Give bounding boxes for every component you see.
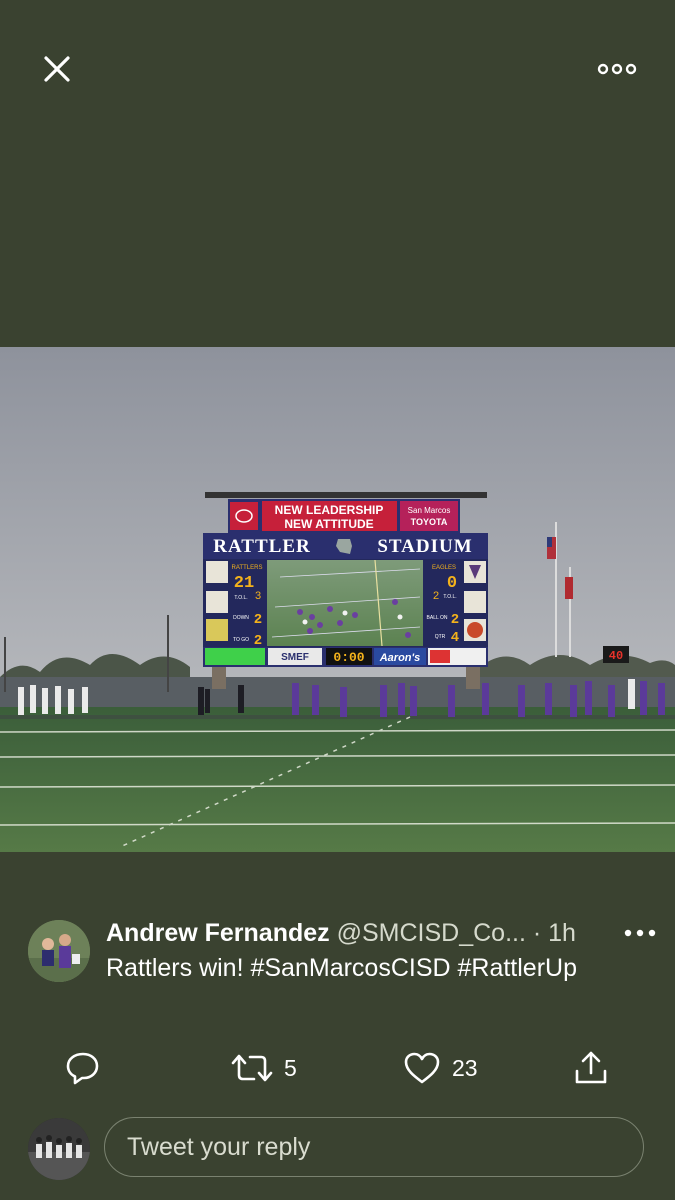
avatar-image [28, 920, 90, 982]
smef-label: SMEF [281, 652, 309, 663]
away-team-label: EAGLES [432, 565, 456, 571]
aarons-label: Aaron's [379, 652, 421, 664]
author-name[interactable]: Andrew Fernandez [106, 919, 330, 947]
tweet-photo[interactable]: NEW LEADERSHIP NEW ATTITUDE San Marcos T… [0, 347, 675, 852]
down-value: 2 [254, 612, 262, 628]
reply-button[interactable] [64, 1048, 102, 1088]
reply-input[interactable]: Tweet your reply [104, 1117, 644, 1177]
play-clock: 40 [609, 649, 623, 663]
home-tol-label: T.O.L. [234, 595, 247, 601]
tweet-actions: 5 23 [0, 1040, 675, 1096]
share-button[interactable] [572, 1048, 610, 1088]
more-icon [624, 929, 656, 937]
separator: · [532, 919, 542, 947]
more-icon [597, 63, 637, 75]
qtr-value: 4 [451, 630, 459, 646]
like-button[interactable]: 23 [402, 1048, 478, 1088]
home-tol: 3 [255, 591, 262, 603]
reply-icon [66, 1052, 99, 1085]
stadium-photo: NEW LEADERSHIP NEW ATTITUDE San Marcos T… [0, 347, 675, 852]
down-label: DOWN [233, 615, 249, 621]
close-button[interactable] [36, 48, 78, 90]
game-clock: 0:00 [333, 650, 364, 665]
to-go-value: 2 [254, 633, 262, 649]
ball-on-label: BALL ON [427, 615, 448, 621]
ball-on-value: 2 [451, 612, 459, 628]
user-avatar[interactable] [28, 1118, 90, 1180]
more-options-button[interactable] [595, 52, 639, 86]
stadium-name-right: STADIUM [377, 536, 472, 557]
sponsor-line-1: NEW LEADERSHIP [275, 503, 384, 517]
retweet-button[interactable]: 5 [230, 1048, 297, 1088]
media-viewer-topbar [0, 0, 675, 140]
heart-icon [404, 1052, 440, 1084]
timestamp[interactable]: 1h [548, 919, 576, 947]
tweet-header: Andrew Fernandez @SMCISD_Co... · 1h [106, 918, 666, 948]
share-icon [575, 1051, 607, 1084]
scoreboard: NEW LEADERSHIP NEW ATTITUDE San Marcos T… [203, 492, 488, 689]
away-tol: 2 [433, 591, 440, 603]
home-team-label: RATTLERS [232, 565, 263, 571]
away-score: 0 [447, 574, 457, 593]
sponsor-line-2: NEW ATTITUDE [284, 517, 373, 531]
user-avatar-image [28, 1118, 90, 1180]
sponsor-right-1: San Marcos [408, 506, 451, 515]
close-icon [44, 56, 70, 82]
author-handle[interactable]: @SMCISD_Co... [337, 919, 526, 947]
away-tol-label: T.O.L. [443, 594, 456, 600]
tweet-text: Rattlers win! #SanMarcosCISD #RattlerUp [106, 954, 577, 982]
tweet-more-button[interactable] [622, 920, 658, 946]
to-go-label: TO GO [233, 637, 249, 643]
stadium-name-left: RATTLER [213, 536, 310, 557]
qtr-label: QTR [435, 634, 446, 640]
home-score: 21 [234, 574, 254, 593]
like-count: 23 [452, 1054, 478, 1081]
retweet-icon [231, 1054, 273, 1082]
avatar[interactable] [28, 920, 90, 982]
reply-placeholder: Tweet your reply [127, 1133, 311, 1161]
retweet-count: 5 [284, 1054, 297, 1081]
sponsor-right-2: TOYOTA [411, 517, 448, 527]
